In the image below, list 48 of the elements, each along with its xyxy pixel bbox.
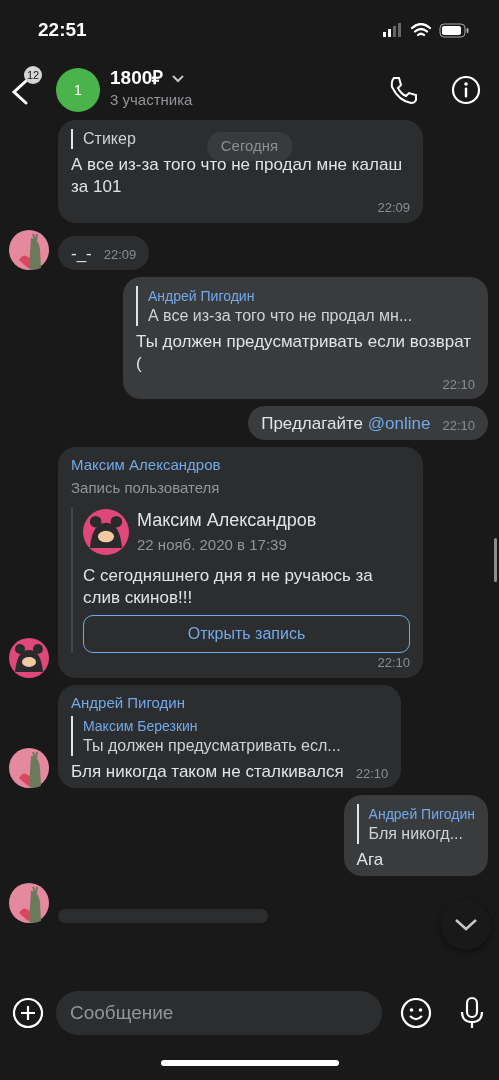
reply-text: Стикер	[83, 129, 136, 149]
status-time: 22:51	[38, 17, 87, 42]
chevron-down-icon	[454, 918, 478, 932]
back-icon[interactable]	[10, 78, 30, 106]
message-text: Ага	[356, 849, 384, 872]
reply-text: Ты должен предусматривать есл...	[83, 736, 341, 757]
message-time: 22:10	[442, 416, 475, 435]
add-icon[interactable]	[12, 997, 44, 1029]
wifi-icon	[411, 22, 431, 38]
message-text: Бля никогда таком не сталкивался	[71, 761, 344, 784]
message-time: 22:09	[377, 199, 410, 218]
message-text: -_-	[71, 242, 92, 265]
post-author: Максим Александров	[137, 509, 317, 533]
mention-link[interactable]: @online	[367, 414, 431, 434]
post-date: 22 нояб. 2020 в 17:39	[137, 535, 288, 556]
signal-icon	[383, 23, 403, 37]
reply-quote[interactable]: Андрей Пигодин А все из-за того что не продал мн...	[136, 285, 475, 326]
reply-author: Андрей Пигодин	[368, 806, 475, 824]
unread-badge: 12	[24, 66, 43, 84]
message-text: Ты должен предусматривать если возврат (	[136, 330, 473, 375]
message-time: 22:10	[355, 764, 389, 783]
message-text: Предлагайте @online	[261, 413, 431, 436]
reply-text: Бля никогд...	[368, 824, 463, 845]
info-icon[interactable]	[451, 75, 481, 105]
sender-name[interactable]: Андрей Пигодин	[71, 691, 389, 715]
date-label: Сегодня	[206, 132, 293, 161]
avatar	[83, 509, 129, 556]
chat-title: 1800₽	[110, 68, 164, 90]
reply-quote[interactable]: Андрей Пигодин Бля никогд...	[356, 804, 475, 845]
sender-name[interactable]: Максим Александров	[71, 454, 410, 477]
message-time: 22:10	[377, 654, 410, 673]
open-post-button[interactable]: Открыть запись	[83, 615, 410, 654]
chat-avatar: 1	[56, 68, 100, 112]
reply-text: А все из-за того что не продал мн...	[148, 305, 413, 326]
message-time: 22:09	[103, 246, 137, 265]
post-text: С сегодняшнего дня я не ручаюсь за слив скинов!!!	[83, 564, 374, 610]
scrollbar	[494, 538, 497, 582]
message-field[interactable]: Сообщение	[56, 991, 382, 1035]
caret-icon[interactable]	[171, 74, 186, 84]
reply-author: Максим Березкин	[83, 718, 198, 736]
message-time: 22:10	[442, 375, 475, 394]
reply-quote[interactable]: Максим Березкин Ты должен предусматривать есл...	[71, 716, 389, 757]
reply-author: Андрей Пигодин	[148, 287, 255, 306]
chat-subtitle: 3 участника	[110, 90, 194, 111]
smile-icon[interactable]	[400, 997, 432, 1029]
post-label: Запись пользователя	[71, 477, 221, 498]
battery-icon	[439, 22, 469, 38]
microphone-icon[interactable]	[458, 996, 486, 1030]
